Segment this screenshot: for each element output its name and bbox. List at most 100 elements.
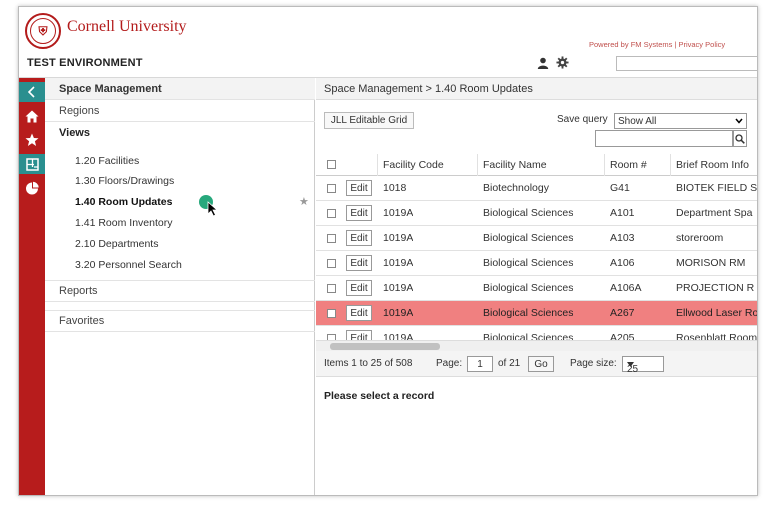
floorplan-icon[interactable] <box>19 154 45 174</box>
room-number-cell: A103 <box>610 232 635 244</box>
pie-chart-icon[interactable] <box>19 178 45 198</box>
sidebar-item-departments[interactable]: 2.10 Departments <box>75 235 158 253</box>
table-row[interactable]: Edit 1019A Biological Sciences A103 stor… <box>316 226 757 251</box>
table-row-selected[interactable]: Edit 1019A Biological Sciences A267 Ellw… <box>316 301 758 326</box>
go-button[interactable]: Go <box>528 356 554 372</box>
save-query-label: Save query <box>557 114 608 125</box>
page-total: of 21 <box>498 358 521 369</box>
nav-views[interactable]: Views <box>45 122 315 144</box>
page-size-select[interactable]: 25 <box>622 356 664 375</box>
facility-name-cell: Biological Sciences <box>483 257 574 269</box>
search-icon[interactable] <box>733 130 747 147</box>
page-number-input[interactable]: 1 <box>467 356 493 372</box>
edit-button[interactable]: Edit <box>346 305 372 321</box>
grid-search-input[interactable] <box>595 130 733 147</box>
facility-code-cell: 1019A <box>383 332 414 340</box>
facility-code-cell: 1019A <box>383 307 414 319</box>
grid-header-row: Facility Code Facility Name Room # Brief… <box>316 154 757 176</box>
star-icon[interactable] <box>19 130 45 150</box>
table-row[interactable]: Edit 1019A Biological Sciences A205 Rose… <box>316 326 758 340</box>
facility-name-cell: Biological Sciences <box>483 332 574 340</box>
room-number-cell: A205 <box>610 332 635 340</box>
row-checkbox[interactable] <box>327 259 336 268</box>
user-icon[interactable] <box>537 57 549 69</box>
column-header-brief-room-info[interactable]: Brief Room Info <box>676 159 757 171</box>
edit-button[interactable]: Edit <box>346 280 372 296</box>
results-grid: Facility Code Facility Name Room # Brief… <box>316 154 758 340</box>
gear-icon[interactable] <box>556 56 569 69</box>
page-label: Page: <box>436 358 463 369</box>
table-row[interactable]: Edit 1019A Biological Sciences A106 MORI… <box>316 251 757 276</box>
row-checkbox[interactable] <box>327 184 336 193</box>
row-checkbox[interactable] <box>327 209 336 218</box>
facility-code-cell: 1019A <box>383 282 414 294</box>
section-space-management[interactable]: Space Management <box>45 78 315 100</box>
row-checkbox[interactable] <box>327 309 336 318</box>
column-header-room-number[interactable]: Room # <box>610 159 647 171</box>
column-header-facility-name[interactable]: Facility Name <box>483 159 547 171</box>
room-number-cell: A101 <box>610 207 635 219</box>
room-number-cell: A106 <box>610 257 635 269</box>
edit-button[interactable]: Edit <box>346 255 372 271</box>
pager-bar: Items 1 to 25 of 508 Page: 1 of 21 Go Pa… <box>316 351 757 377</box>
icon-rail <box>19 78 45 495</box>
page-size-value: 25 <box>627 364 639 375</box>
scrollbar-thumb[interactable] <box>330 343 440 350</box>
horizontal-scrollbar[interactable] <box>316 340 757 351</box>
room-info-cell: MORISON RM <box>676 257 746 269</box>
row-checkbox[interactable] <box>327 284 336 293</box>
room-info-cell: storeroom <box>676 232 724 244</box>
nav-favorites[interactable]: Favorites <box>45 310 315 332</box>
room-info-cell: Ellwood Laser Ro <box>676 307 758 319</box>
room-info-cell: Rosenblatt Room <box>676 332 758 340</box>
sidebar-item-personnel-search[interactable]: 3.20 Personnel Search <box>75 256 182 274</box>
collapse-chevron-icon[interactable] <box>19 82 45 102</box>
room-info-cell: PROJECTION R <box>676 282 755 294</box>
table-row[interactable]: Edit 1018 Biotechnology G41 BIOTEK FIELD… <box>316 176 758 201</box>
room-number-cell: A106A <box>610 282 642 294</box>
select-all-checkbox[interactable] <box>327 160 336 169</box>
facility-code-cell: 1019A <box>383 232 414 244</box>
global-search-input[interactable] <box>616 56 757 71</box>
chevron-down-icon <box>735 118 743 124</box>
column-header-facility-code[interactable]: Facility Code <box>383 159 444 171</box>
powered-by-links[interactable]: Powered by FM Systems | Privacy Policy <box>589 40 725 49</box>
edit-button[interactable]: Edit <box>346 330 372 340</box>
nav-reports[interactable]: Reports <box>45 280 315 302</box>
row-checkbox[interactable] <box>327 234 336 243</box>
facility-name-cell: Biological Sciences <box>483 307 574 319</box>
cornell-seal-logo: ⛨ <box>25 13 61 49</box>
sidebar-item-facilities[interactable]: 1.20 Facilities <box>75 152 139 170</box>
table-row[interactable]: Edit 1019A Biological Sciences A101 Depa… <box>316 201 757 226</box>
brand-name: Cornell University <box>67 18 187 35</box>
facility-name-cell: Biotechnology <box>483 182 549 194</box>
favorite-star-icon[interactable]: ★ <box>299 195 309 208</box>
room-info-cell: Department Spa <box>676 207 753 219</box>
facility-name-cell: Biological Sciences <box>483 232 574 244</box>
environment-label: TEST ENVIRONMENT <box>27 57 143 69</box>
room-info-cell: BIOTEK FIELD ST <box>676 182 758 194</box>
page-size-label: Page size: <box>570 358 617 369</box>
facility-code-cell: 1019A <box>383 207 414 219</box>
home-icon[interactable] <box>19 106 45 126</box>
sidebar-item-room-updates[interactable]: 1.40 Room Updates <box>75 193 172 211</box>
edit-button[interactable]: Edit <box>346 230 372 246</box>
main-content: Space Management > 1.40 Room Updates JLL… <box>316 78 758 495</box>
mouse-cursor-icon <box>207 201 219 217</box>
facility-name-cell: Biological Sciences <box>483 282 574 294</box>
editable-grid-button[interactable]: JLL Editable Grid <box>324 112 414 129</box>
sidebar-item-room-inventory[interactable]: 1.41 Room Inventory <box>75 214 172 232</box>
sidebar-item-floors-drawings[interactable]: 1.30 Floors/Drawings <box>75 172 174 190</box>
table-row[interactable]: Edit 1019A Biological Sciences A106A PRO… <box>316 276 757 301</box>
detail-message: Please select a record <box>324 390 435 402</box>
facility-code-cell: 1019A <box>383 257 414 269</box>
edit-button[interactable]: Edit <box>346 180 372 196</box>
nav-regions[interactable]: Regions <box>45 100 315 122</box>
room-number-cell: A267 <box>610 307 635 319</box>
room-number-cell: G41 <box>610 182 630 194</box>
app-window: ⛨ Cornell University Powered by FM Syste… <box>18 6 758 496</box>
facility-name-cell: Biological Sciences <box>483 207 574 219</box>
breadcrumb: Space Management > 1.40 Room Updates <box>316 78 757 100</box>
edit-button[interactable]: Edit <box>346 205 372 221</box>
save-query-select[interactable]: Show All <box>614 113 747 129</box>
